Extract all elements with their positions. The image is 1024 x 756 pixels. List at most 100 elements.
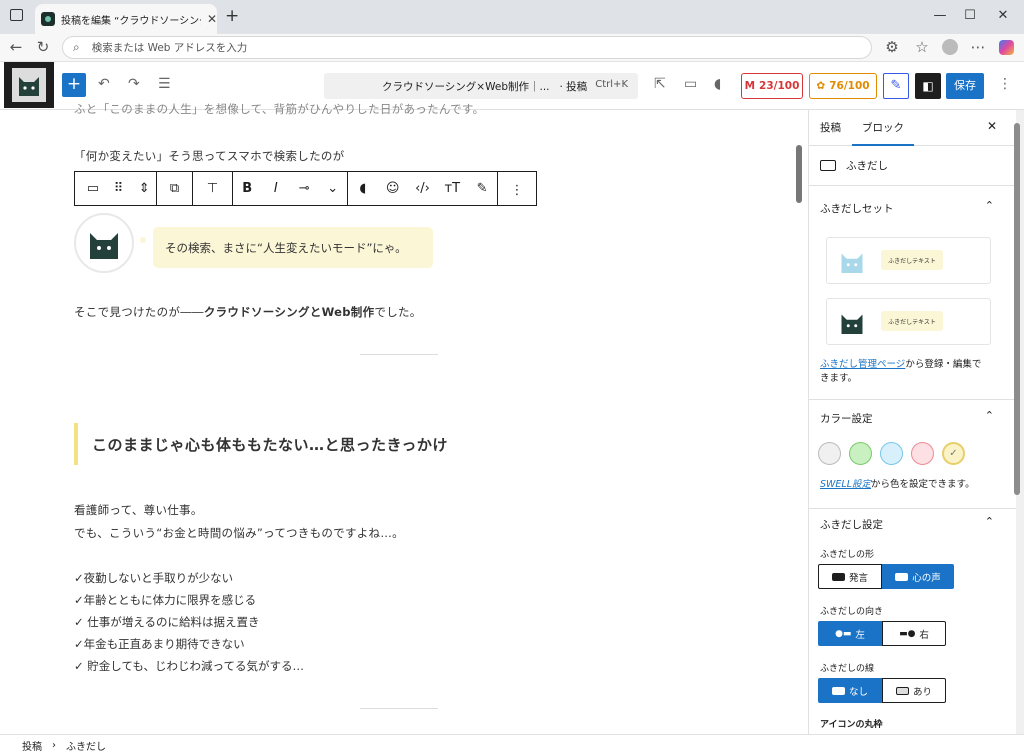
shape-thought-button[interactable]: 心の声 (882, 564, 954, 589)
more-rich-text-icon[interactable]: ⌄ (321, 181, 345, 196)
separator (360, 354, 438, 355)
tab-post[interactable]: 投稿 (820, 120, 841, 135)
document-bar[interactable]: クラウドソーシング×Web制作｜... · 投稿 Ctrl+K (324, 73, 638, 99)
bubble-settings-title[interactable]: ふきだし設定 (820, 517, 883, 532)
manage-link[interactable]: ふきだし管理ページ (820, 359, 905, 370)
extensions-icon[interactable]: ⚙ (882, 38, 902, 56)
favorites-icon[interactable]: ☆ (912, 38, 932, 56)
minimize-icon[interactable]: — (925, 6, 955, 26)
line-yes-label: あり (912, 686, 932, 698)
seo-score-badge[interactable]: M 23/100 (741, 73, 803, 99)
chevron-up-icon[interactable]: ⌃ (985, 409, 994, 422)
breadcrumb-post[interactable]: 投稿 (22, 738, 42, 753)
redo-icon[interactable]: ↷ (128, 76, 140, 92)
speech-bubble-block[interactable]: その検索、まさに“人生変えたいモード”にゃ。 (74, 213, 434, 273)
emoji-icon[interactable]: ☺ (381, 181, 405, 196)
sidebar-tabs: 投稿 ブロック ✕ (809, 110, 1016, 146)
manage-note: ふきだし管理ページから登録・編集で きます。 (820, 358, 1000, 386)
bubble-preset-1[interactable]: ふきだしテキスト (826, 237, 991, 284)
highlight-icon[interactable]: ✎ (470, 181, 494, 196)
list-item[interactable]: ✓ 貯金しても、じわじわ減ってる気がする… (74, 658, 304, 674)
tab-close-icon[interactable]: ✕ (207, 12, 217, 26)
bubble-set-title[interactable]: ふきだしセット (820, 201, 894, 216)
profile-avatar[interactable] (942, 39, 958, 55)
sidebar-scrollbar[interactable] (1014, 123, 1020, 495)
color-swatch-red[interactable] (911, 442, 934, 465)
color-swatch-yellow[interactable]: ✓ (942, 442, 965, 465)
reload-icon[interactable]: ↻ (33, 38, 53, 56)
address-bar[interactable]: ⌕ 検索または Web アドレスを入力 (62, 36, 872, 59)
drag-handle-icon[interactable]: ⠿ (107, 181, 131, 196)
direction-right-button[interactable]: ▬● 右 (882, 621, 946, 646)
swap-icon[interactable]: ⧉ (163, 181, 187, 196)
swell-icon[interactable]: ◖ (714, 76, 721, 92)
tab-block[interactable]: ブロック (852, 120, 914, 146)
editor-scrollbar[interactable] (796, 145, 802, 203)
chevron-up-icon[interactable]: ⌃ (985, 515, 994, 528)
divider (809, 508, 1016, 509)
readability-score-icon: ✿ (816, 80, 826, 92)
back-icon[interactable]: ← (6, 38, 26, 56)
paragraph-2[interactable]: でも、こういう“お金と時間の悩み”ってつきものですよね…。 (74, 525, 404, 541)
chevron-up-icon[interactable]: ⌃ (985, 199, 994, 212)
align-icon[interactable]: ⊤ (201, 181, 225, 196)
close-sidebar-icon[interactable]: ✕ (987, 119, 997, 133)
list-item[interactable]: ✓年齢とともに体力に限界を感じる (74, 592, 256, 608)
breadcrumb-block[interactable]: ふきだし (66, 738, 106, 753)
site-logo[interactable] (4, 62, 54, 108)
options-menu-icon[interactable]: ⋮ (998, 76, 1012, 92)
code-icon[interactable]: ‹/› (410, 181, 434, 196)
more-browser-icon[interactable]: ⋯ (968, 38, 988, 56)
bold-icon[interactable]: B (235, 181, 259, 196)
new-tab-icon[interactable]: + (225, 6, 239, 26)
direction-left-button[interactable]: ●▬ 左 (818, 621, 882, 646)
breadcrumb-separator-icon: › (52, 740, 56, 751)
list-item[interactable]: ✓ 仕事が増えるのに給料は据え置き (74, 614, 259, 630)
paragraph-search[interactable]: 「何か変えたい」そう思ってスマホで検索したのが (74, 148, 344, 164)
tab-actions-icon[interactable] (10, 9, 23, 21)
view-post-icon[interactable]: ⇱ (654, 76, 666, 92)
save-button[interactable]: 保存 (946, 73, 984, 99)
settings-sidebar-toggle[interactable]: ◧ (915, 73, 941, 99)
move-up-down-icon[interactable]: ⇕ (132, 181, 156, 196)
maximize-icon[interactable]: ☐ (955, 6, 985, 26)
italic-icon[interactable]: I (264, 181, 288, 196)
font-size-icon[interactable]: тT (440, 181, 464, 196)
ai-assist-icon[interactable]: ✎ (883, 73, 909, 99)
block-type-icon[interactable]: ▭ (81, 181, 105, 196)
line-none-button[interactable]: なし (818, 678, 882, 703)
shape-speech-button[interactable]: 発言 (818, 564, 882, 589)
color-settings-title[interactable]: カラー設定 (820, 411, 873, 426)
paragraph-top[interactable]: ふと「このままの人生」を想像して、背筋がひんやりした日があったんです。 (74, 101, 484, 117)
add-block-button[interactable]: + (62, 73, 86, 97)
line-yes-button[interactable]: あり (882, 678, 946, 703)
color-swatch-blue[interactable] (880, 442, 903, 465)
preview-device-icon[interactable]: ▭ (684, 76, 697, 92)
document-overview-icon[interactable]: ☰ (158, 76, 171, 92)
color-swatch-gray[interactable] (818, 442, 841, 465)
swell-link[interactable]: SWELL設定 (820, 479, 871, 490)
bubble-preset-2[interactable]: ふきだしテキスト (826, 298, 991, 345)
thought-shape-icon (895, 572, 909, 581)
block-options-icon[interactable]: ⋮ (511, 183, 524, 198)
readability-score-badge[interactable]: ✿ 76/100 (809, 73, 877, 99)
line-label: ふきだしの線 (820, 664, 875, 674)
link-icon[interactable]: ⊸ (292, 181, 316, 196)
section-heading[interactable]: このままじゃ心も体ももたない…と思ったきっかけ (74, 423, 514, 465)
undo-icon[interactable]: ↶ (98, 76, 110, 92)
browser-tabbar: 投稿を編集 “クラウドソーシング×Web ✕ + — ☐ ✕ (0, 0, 1024, 34)
found-suffix: でした。 (374, 305, 422, 319)
close-window-icon[interactable]: ✕ (988, 6, 1018, 26)
copilot-icon[interactable] (999, 40, 1014, 55)
list-item[interactable]: ✓年金も正直あまり期待できない (74, 636, 245, 652)
color-swatch-green[interactable] (849, 442, 872, 465)
paragraph-1[interactable]: 看護師って、尊い仕事。 (74, 502, 203, 518)
browser-tab[interactable]: 投稿を編集 “クラウドソーシング×Web ✕ (35, 4, 217, 34)
shape-label: ふきだしの形 (820, 550, 875, 560)
bubble-text[interactable]: その検索、まさに“人生変えたいモード”にゃ。 (153, 227, 433, 268)
list-item[interactable]: ✓夜勤しないと手取りが少ない (74, 570, 233, 586)
readability-score-value: 76/100 (829, 80, 870, 92)
swell-format-icon[interactable]: ◖ (351, 181, 375, 196)
speaker-avatar (74, 213, 134, 273)
paragraph-found[interactable]: そこで見つけたのが――クラウドソーシングとWeb制作でした。 (74, 304, 422, 320)
